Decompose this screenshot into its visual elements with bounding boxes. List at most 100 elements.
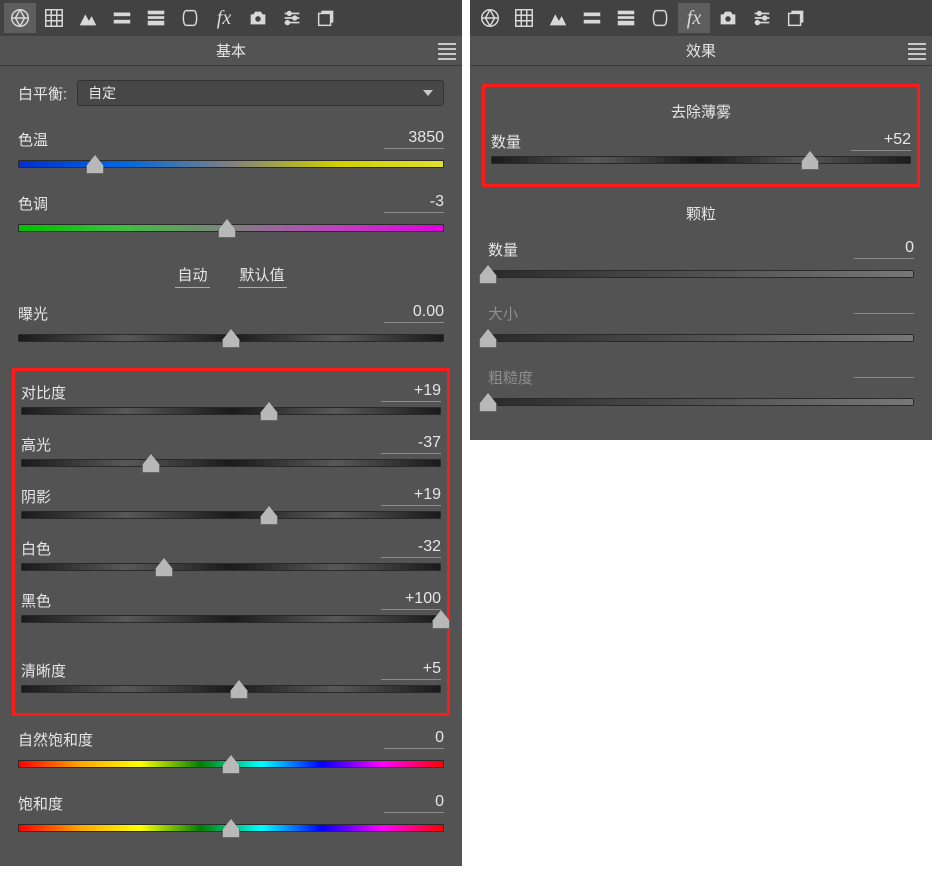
dehaze-amount-value[interactable]: +52 bbox=[851, 131, 911, 151]
exposure-label: 曝光 bbox=[18, 303, 48, 324]
camera-icon[interactable] bbox=[242, 3, 274, 33]
lens-icon[interactable] bbox=[174, 3, 206, 33]
sliders-icon[interactable] bbox=[746, 3, 778, 33]
grid-icon[interactable] bbox=[508, 3, 540, 33]
mountains-icon[interactable] bbox=[72, 3, 104, 33]
clarity-thumb[interactable] bbox=[230, 687, 248, 701]
shadows-thumb[interactable] bbox=[260, 513, 278, 527]
blacks-value[interactable]: +100 bbox=[381, 590, 441, 610]
grain-size-value bbox=[854, 312, 914, 314]
grain-rough-row: 粗糙度 bbox=[488, 364, 914, 390]
blacks-slider[interactable] bbox=[21, 613, 441, 627]
temp-value[interactable]: 3850 bbox=[384, 129, 444, 149]
right-toolbar: fx bbox=[470, 0, 932, 36]
panel-menu-icon[interactable] bbox=[908, 42, 926, 60]
saturation-row: 饱和度 0 bbox=[18, 790, 444, 816]
contrast-value[interactable]: +19 bbox=[381, 382, 441, 402]
camera-icon[interactable] bbox=[712, 3, 744, 33]
shadows-slider[interactable] bbox=[21, 509, 441, 523]
clarity-slider[interactable] bbox=[21, 683, 441, 697]
whites-value[interactable]: -32 bbox=[381, 538, 441, 558]
contrast-thumb[interactable] bbox=[260, 409, 278, 423]
grain-size-slider[interactable] bbox=[488, 332, 914, 346]
grain-amount-label: 数量 bbox=[488, 239, 518, 260]
grain-amount-slider[interactable] bbox=[488, 268, 914, 282]
lens-icon[interactable] bbox=[644, 3, 676, 33]
grain-rough-value bbox=[854, 376, 914, 378]
blacks-label: 黑色 bbox=[21, 590, 51, 611]
saturation-slider[interactable] bbox=[18, 822, 444, 836]
contrast-label: 对比度 bbox=[21, 382, 66, 403]
white-balance-row: 白平衡: 自定 bbox=[18, 80, 444, 106]
aperture-icon[interactable] bbox=[474, 3, 506, 33]
clarity-value[interactable]: +5 bbox=[381, 660, 441, 680]
temp-label: 色温 bbox=[18, 129, 48, 150]
grain-amount-value[interactable]: 0 bbox=[854, 239, 914, 259]
white-balance-select[interactable]: 自定 bbox=[77, 80, 444, 106]
grain-amount-row: 数量 0 bbox=[488, 236, 914, 262]
whites-thumb[interactable] bbox=[155, 565, 173, 579]
vibrance-label: 自然饱和度 bbox=[18, 729, 93, 750]
aperture-icon[interactable] bbox=[4, 3, 36, 33]
white-balance-value: 自定 bbox=[88, 83, 116, 103]
highlights-value[interactable]: -37 bbox=[381, 434, 441, 454]
layers-icon[interactable] bbox=[780, 3, 812, 33]
grain-rough-thumb[interactable] bbox=[479, 400, 497, 414]
grain-amount-thumb[interactable] bbox=[479, 272, 497, 286]
whites-row: 白色 -32 bbox=[21, 535, 441, 561]
grid-icon[interactable] bbox=[38, 3, 70, 33]
layers-icon[interactable] bbox=[310, 3, 342, 33]
grain-size-row: 大小 bbox=[488, 300, 914, 326]
white-balance-label: 白平衡: bbox=[18, 83, 67, 104]
auto-button[interactable]: 自动 bbox=[175, 264, 209, 288]
vibrance-slider[interactable] bbox=[18, 758, 444, 772]
dehaze-amount-slider[interactable] bbox=[491, 154, 911, 168]
highlights-slider[interactable] bbox=[21, 457, 441, 471]
vibrance-value[interactable]: 0 bbox=[384, 729, 444, 749]
tint-row: 色调 -3 bbox=[18, 190, 444, 216]
dehaze-amount-thumb[interactable] bbox=[801, 158, 819, 172]
grain-rough-slider[interactable] bbox=[488, 396, 914, 410]
temp-thumb[interactable] bbox=[86, 162, 104, 176]
whites-slider[interactable] bbox=[21, 561, 441, 575]
shadows-row: 阴影 +19 bbox=[21, 483, 441, 509]
basic-panel: fx 基本 白平衡: 自定 色温 bbox=[0, 0, 462, 866]
tint-thumb[interactable] bbox=[218, 226, 236, 240]
exposure-thumb[interactable] bbox=[222, 336, 240, 350]
saturation-value[interactable]: 0 bbox=[384, 793, 444, 813]
panel-title: 效果 bbox=[470, 36, 932, 66]
stack-icon[interactable] bbox=[610, 3, 642, 33]
fx-icon[interactable]: fx bbox=[678, 3, 710, 33]
exposure-value[interactable]: 0.00 bbox=[384, 303, 444, 323]
saturation-thumb[interactable] bbox=[222, 826, 240, 840]
shadows-value[interactable]: +19 bbox=[381, 486, 441, 506]
fx-icon[interactable]: fx bbox=[208, 3, 240, 33]
grain-title: 颗粒 bbox=[488, 203, 914, 224]
tint-value[interactable]: -3 bbox=[384, 193, 444, 213]
exposure-row: 曝光 0.00 bbox=[18, 300, 444, 326]
default-button[interactable]: 默认值 bbox=[238, 264, 287, 288]
whites-label: 白色 bbox=[21, 538, 51, 559]
bars-icon[interactable] bbox=[106, 3, 138, 33]
grain-size-thumb[interactable] bbox=[479, 336, 497, 350]
sliders-icon[interactable] bbox=[276, 3, 308, 33]
panel-menu-icon[interactable] bbox=[438, 42, 456, 60]
panel-title-text: 效果 bbox=[686, 40, 716, 61]
contrast-slider[interactable] bbox=[21, 405, 441, 419]
vibrance-thumb[interactable] bbox=[222, 762, 240, 776]
blacks-row: 黑色 +100 bbox=[21, 587, 441, 613]
mountains-icon[interactable] bbox=[542, 3, 574, 33]
highlights-thumb[interactable] bbox=[142, 461, 160, 475]
panel-title: 基本 bbox=[0, 36, 462, 66]
tint-slider[interactable] bbox=[18, 222, 444, 236]
blacks-thumb[interactable] bbox=[432, 617, 450, 631]
tone-group-highlight: 对比度 +19 高光 -37 阴影 +19 bbox=[12, 368, 450, 716]
temp-row: 色温 3850 bbox=[18, 126, 444, 152]
clarity-label: 清晰度 bbox=[21, 660, 66, 681]
contrast-row: 对比度 +19 bbox=[21, 379, 441, 405]
bars-icon[interactable] bbox=[576, 3, 608, 33]
temp-slider[interactable] bbox=[18, 158, 444, 172]
auto-default-row: 自动 默认值 bbox=[18, 264, 444, 288]
stack-icon[interactable] bbox=[140, 3, 172, 33]
exposure-slider[interactable] bbox=[18, 332, 444, 346]
